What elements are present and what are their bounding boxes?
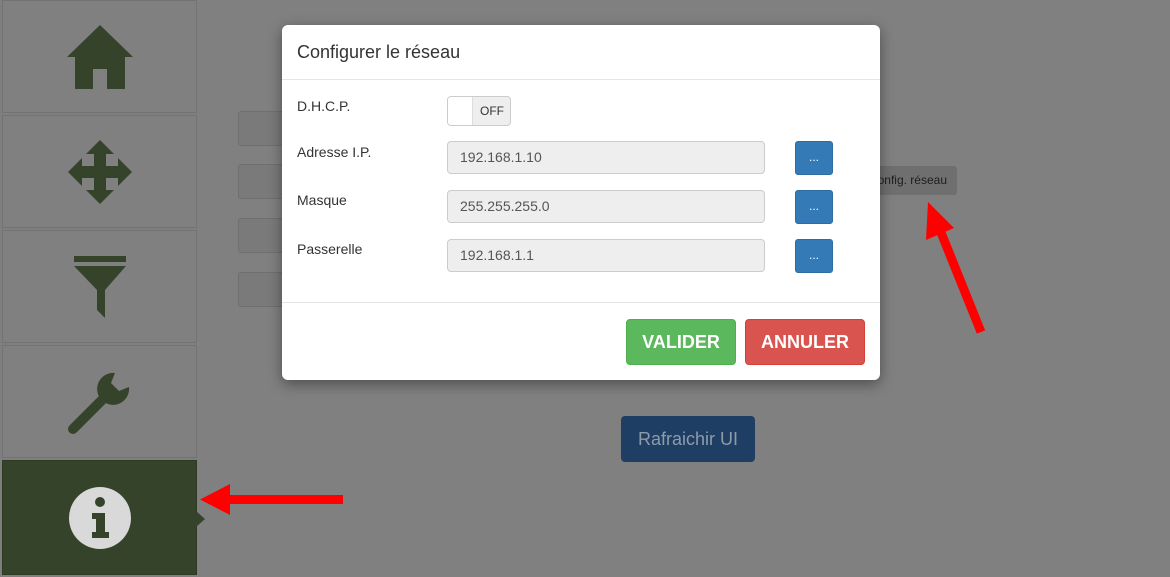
home-icon (66, 24, 133, 89)
annotation-arrow-up-icon (926, 202, 986, 334)
ip-label: Adresse I.P. (297, 144, 372, 160)
ip-field[interactable]: 192.168.1.10 (447, 141, 765, 174)
filter-icon (73, 255, 126, 318)
sidebar-item-info[interactable] (2, 460, 205, 575)
gateway-edit-button[interactable]: ... (795, 239, 833, 273)
sidebar-item-home[interactable] (2, 0, 197, 113)
move-icon (67, 139, 132, 204)
modal-footer: VALIDER ANNULER (282, 302, 880, 380)
sidebar (0, 0, 205, 577)
refresh-ui-button: Rafraichir UI (621, 416, 755, 462)
info-icon (68, 486, 131, 549)
sidebar-item-filter[interactable] (2, 230, 197, 343)
gateway-field[interactable]: 192.168.1.1 (447, 239, 765, 272)
sidebar-item-move[interactable] (2, 115, 197, 228)
toggle-knob (448, 97, 473, 125)
dhcp-toggle[interactable]: OFF (447, 96, 511, 126)
gateway-label: Passerelle (297, 241, 363, 257)
sidebar-item-settings[interactable] (2, 345, 197, 458)
wrench-icon (67, 372, 129, 434)
dhcp-label: D.H.C.P. (297, 98, 351, 114)
validate-button[interactable]: VALIDER (626, 319, 736, 365)
ip-edit-button[interactable]: ... (795, 141, 833, 175)
modal-title: Configurer le réseau (282, 25, 880, 80)
network-config-modal: Configurer le réseau D.H.C.P. OFF Adress… (282, 25, 880, 380)
mask-label: Masque (297, 192, 347, 208)
mask-field[interactable]: 255.255.255.0 (447, 190, 765, 223)
mask-edit-button[interactable]: ... (795, 190, 833, 224)
cancel-button[interactable]: ANNULER (745, 319, 865, 365)
toggle-state: OFF (480, 104, 504, 118)
annotation-arrow-left-icon (200, 484, 343, 515)
